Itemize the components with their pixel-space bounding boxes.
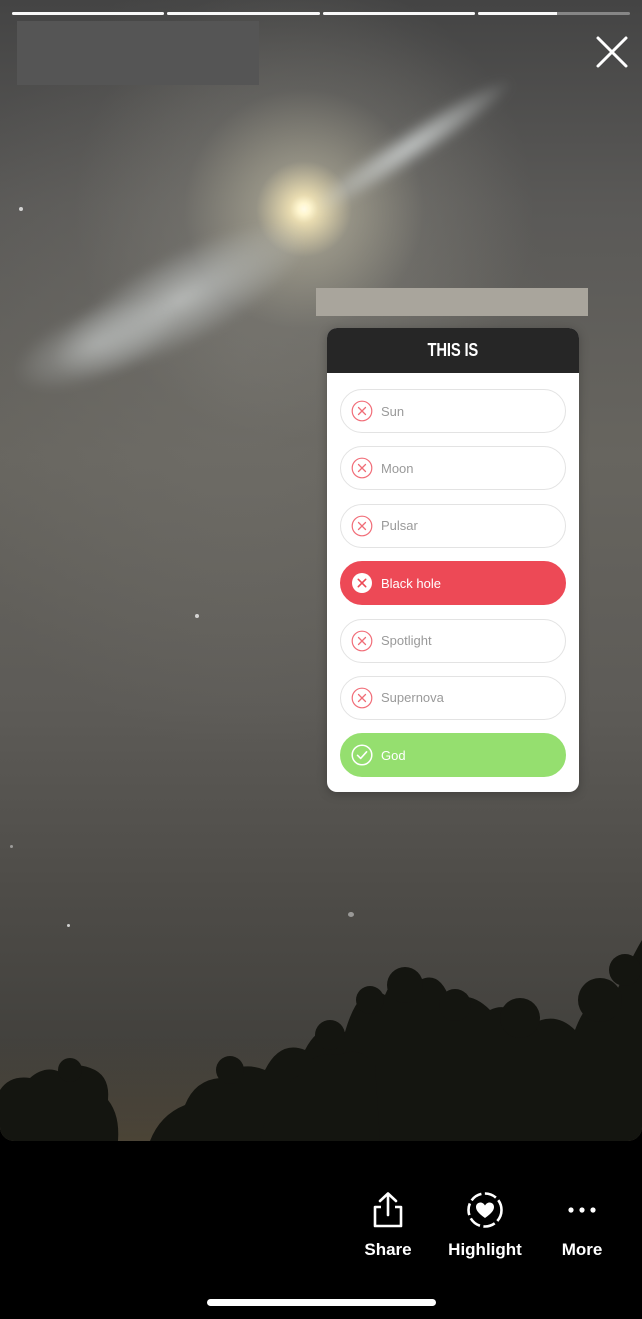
quiz-option-supernova[interactable]: Supernova — [340, 675, 566, 720]
highlight-heart-icon — [467, 1192, 503, 1228]
x-circle-icon — [351, 630, 373, 652]
progress-segment — [477, 12, 630, 15]
quiz-title: THIS IS — [327, 328, 579, 373]
quiz-option-god[interactable]: God — [340, 733, 566, 778]
highlight-button[interactable]: Highlight — [440, 1186, 530, 1260]
quiz-option-label: Supernova — [381, 690, 444, 706]
share-button[interactable]: Share — [343, 1186, 433, 1260]
quiz-option-label: Pulsar — [381, 518, 418, 534]
share-label: Share — [364, 1240, 412, 1259]
x-circle-icon — [351, 572, 373, 594]
quiz-option-label: Moon — [381, 460, 414, 476]
redacted-username — [17, 21, 259, 85]
highlight-label: Highlight — [448, 1240, 522, 1259]
x-circle-icon — [351, 457, 373, 479]
progress-segment — [12, 12, 165, 15]
progress-segment — [322, 12, 475, 15]
star — [19, 207, 23, 211]
story-progress — [12, 12, 630, 15]
more-button[interactable]: More — [537, 1186, 627, 1260]
quiz-option-label: Spotlight — [381, 633, 432, 649]
progress-segment — [167, 12, 320, 15]
quiz-option-label: God — [381, 747, 406, 763]
home-indicator — [207, 1299, 436, 1306]
x-circle-icon — [351, 687, 373, 709]
quiz-option-label: Black hole — [381, 575, 441, 591]
more-dots-icon — [568, 1207, 596, 1213]
quiz-option-spotlight[interactable]: Spotlight — [340, 618, 566, 663]
more-label: More — [561, 1240, 603, 1259]
share-icon — [373, 1192, 403, 1228]
quiz-option-label: Sun — [381, 403, 405, 419]
redacted-caption — [316, 288, 588, 316]
star — [10, 845, 13, 848]
x-circle-icon — [351, 400, 373, 422]
quiz-option-pulsar[interactable]: Pulsar — [340, 503, 566, 548]
x-circle-icon — [351, 515, 373, 537]
check-circle-icon — [351, 744, 373, 766]
quiz-sticker: THIS IS Sun Moon Pulsar Black hole Spotl… — [327, 328, 579, 792]
quiz-option-black-hole[interactable]: Black hole — [340, 561, 566, 606]
quiz-option-sun[interactable]: Sun — [340, 389, 566, 433]
tree-silhouette — [0, 940, 642, 1141]
light-beam — [300, 67, 520, 227]
story-viewer: THIS IS Sun Moon Pulsar Black hole Spotl… — [0, 0, 642, 1319]
quiz-option-moon[interactable]: Moon — [340, 446, 566, 491]
quiz-options: Sun Moon Pulsar Black hole Spotlight Sup… — [327, 373, 579, 778]
star — [195, 614, 199, 618]
close-icon — [596, 36, 628, 68]
close-button[interactable] — [590, 30, 634, 74]
